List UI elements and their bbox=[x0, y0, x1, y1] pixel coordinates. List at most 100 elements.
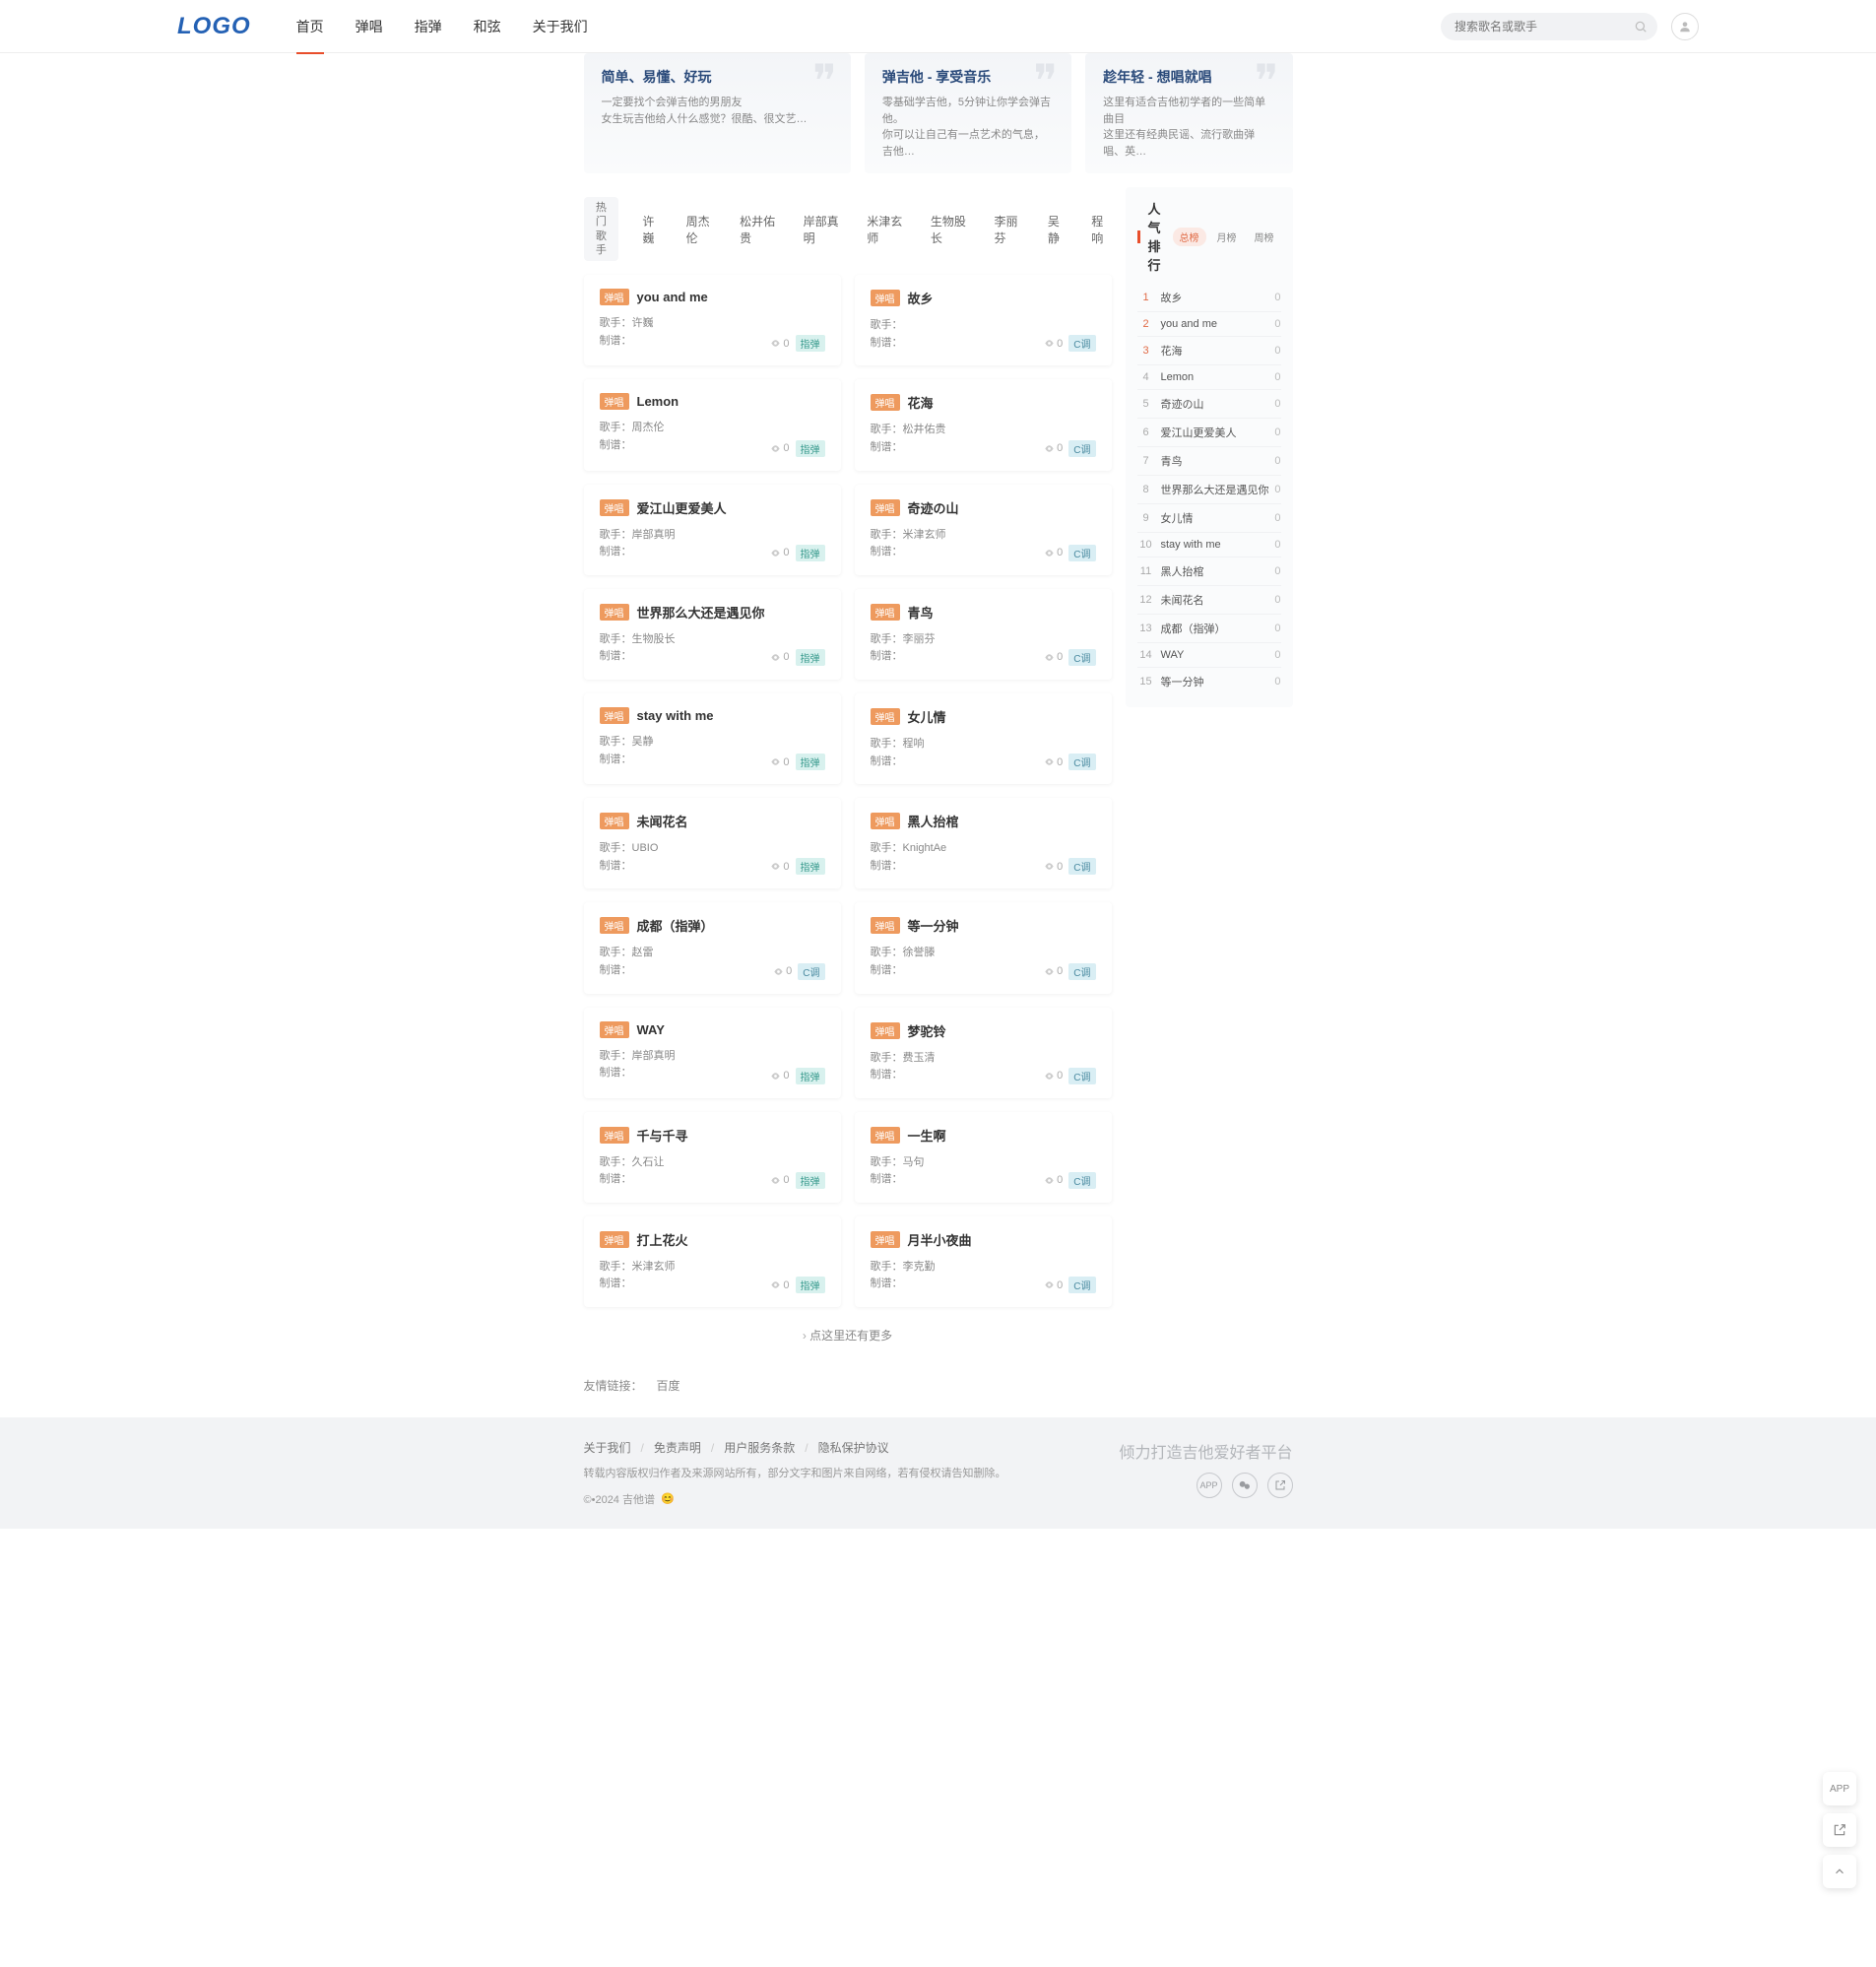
rank-count: 0 bbox=[1274, 484, 1280, 495]
song-badge: 弹唱 bbox=[871, 813, 900, 829]
footer-share-icon[interactable] bbox=[1267, 1473, 1293, 1498]
rank-item[interactable]: 14WAY0 bbox=[1137, 643, 1281, 668]
footer-desc: 转载内容版权归作者及来源网站所有，部分文字和图片来自网络，若有侵权请告知删除。 bbox=[584, 1466, 1006, 1483]
song-card[interactable]: 弹唱月半小夜曲歌手：李克勤制谱：0C调 bbox=[855, 1216, 1112, 1307]
rank-tab[interactable]: 周榜 bbox=[1248, 228, 1281, 246]
rank-num: 2 bbox=[1137, 318, 1155, 330]
float-top-button[interactable] bbox=[1823, 1855, 1856, 1888]
more-link[interactable]: 点这里还有更多 bbox=[584, 1307, 1112, 1363]
song-card[interactable]: 弹唱爱江山更爱美人歌手：岸部真明制谱：0指弹 bbox=[584, 485, 841, 575]
song-card[interactable]: 弹唱you and me歌手：许巍制谱：0指弹 bbox=[584, 275, 841, 365]
song-card[interactable]: 弹唱未闻花名歌手：UBIO制谱：0指弹 bbox=[584, 798, 841, 888]
rank-item[interactable]: 2you and me0 bbox=[1137, 312, 1281, 337]
footer-link[interactable]: 关于我们 bbox=[584, 1441, 631, 1455]
song-card[interactable]: 弹唱Lemon歌手：周杰伦制谱：0指弹 bbox=[584, 379, 841, 470]
rank-item[interactable]: 11黑人抬棺0 bbox=[1137, 557, 1281, 586]
rank-item[interactable]: 13成都（指弹）0 bbox=[1137, 615, 1281, 643]
filter-item[interactable]: 周杰伦 bbox=[686, 213, 716, 246]
song-card[interactable]: 弹唱黑人抬棺歌手：KnightAe制谱：0C调 bbox=[855, 798, 1112, 888]
header: LOGO 首页弹唱指弹和弦关于我们 bbox=[0, 0, 1876, 53]
rank-item[interactable]: 9女儿情0 bbox=[1137, 504, 1281, 533]
eye-icon bbox=[1044, 966, 1055, 977]
filter-item[interactable]: 许巍 bbox=[642, 213, 662, 246]
song-title: 千与千寻 bbox=[637, 1126, 688, 1145]
rank-count: 0 bbox=[1274, 623, 1280, 634]
song-title: 女儿情 bbox=[908, 707, 946, 726]
rank-item[interactable]: 6爱江山更爱美人0 bbox=[1137, 419, 1281, 447]
song-artist: 歌手：李克勤 bbox=[871, 1259, 1096, 1277]
rank-item[interactable]: 5奇迹の山0 bbox=[1137, 390, 1281, 419]
friend-link[interactable]: 百度 bbox=[657, 1379, 680, 1393]
song-card[interactable]: 弹唱stay with me歌手：吴静制谱：0指弹 bbox=[584, 693, 841, 784]
rank-num: 3 bbox=[1137, 345, 1155, 357]
song-card[interactable]: 弹唱WAY歌手：岸部真明制谱：0指弹 bbox=[584, 1008, 841, 1098]
user-button[interactable] bbox=[1671, 13, 1699, 40]
nav-关于我们[interactable]: 关于我们 bbox=[533, 0, 588, 54]
song-card[interactable]: 弹唱一生啊歌手：马句制谱：0C调 bbox=[855, 1112, 1112, 1203]
nav-和弦[interactable]: 和弦 bbox=[474, 0, 501, 54]
song-card[interactable]: 弹唱青鸟歌手：李丽芬制谱：0C调 bbox=[855, 589, 1112, 680]
eye-icon bbox=[770, 861, 781, 872]
rank-item[interactable]: 7青鸟0 bbox=[1137, 447, 1281, 476]
footer-wechat-icon[interactable] bbox=[1232, 1473, 1258, 1498]
nav-弹唱[interactable]: 弹唱 bbox=[356, 0, 383, 54]
filter-item[interactable]: 吴静 bbox=[1048, 213, 1067, 246]
logo[interactable]: LOGO bbox=[177, 13, 251, 40]
song-title: 打上花火 bbox=[637, 1230, 688, 1249]
rank-tab[interactable]: 月榜 bbox=[1210, 228, 1244, 246]
filter-item[interactable]: 生物股长 bbox=[931, 213, 971, 246]
song-title: 一生啊 bbox=[908, 1126, 946, 1145]
song-artist: 歌手：赵雷 bbox=[600, 945, 825, 962]
emoji-icon: 😊 bbox=[661, 1492, 675, 1505]
promo-text: 零基础学吉他，5分钟让你学会弹吉他。你可以让自己有一点艺术的气息，吉他… bbox=[882, 95, 1054, 160]
nav-指弹[interactable]: 指弹 bbox=[415, 0, 442, 54]
song-card[interactable]: 弹唱梦驼铃歌手：费玉清制谱：0C调 bbox=[855, 1008, 1112, 1098]
eye-icon bbox=[770, 756, 781, 767]
rank-item[interactable]: 8世界那么大还是遇见你0 bbox=[1137, 476, 1281, 504]
rank-item[interactable]: 12未闻花名0 bbox=[1137, 586, 1281, 615]
float-app-button[interactable]: APP bbox=[1823, 1772, 1856, 1805]
song-badge: 弹唱 bbox=[600, 393, 629, 410]
song-card[interactable]: 弹唱千与千寻歌手：久石让制谱：0指弹 bbox=[584, 1112, 841, 1203]
eye-icon bbox=[1044, 1279, 1055, 1290]
song-card[interactable]: 弹唱奇迹の山歌手：米津玄师制谱：0C调 bbox=[855, 485, 1112, 575]
rank-name: stay with me bbox=[1161, 539, 1275, 551]
song-badge: 弹唱 bbox=[871, 394, 900, 411]
promo-card[interactable]: ❞简单、易懂、好玩一定要找个会弹吉他的男朋友女生玩吉他给人什么感觉？很酷、很文艺… bbox=[584, 53, 851, 173]
filter-item[interactable]: 李丽芬 bbox=[994, 213, 1023, 246]
filter-item[interactable]: 松井佑贵 bbox=[740, 213, 780, 246]
float-share-button[interactable] bbox=[1823, 1813, 1856, 1847]
search-input[interactable] bbox=[1441, 13, 1657, 40]
search-icon[interactable] bbox=[1634, 20, 1648, 33]
rank-item[interactable]: 3花海0 bbox=[1137, 337, 1281, 365]
song-title: 青鸟 bbox=[908, 603, 934, 622]
rank-item[interactable]: 10stay with me0 bbox=[1137, 533, 1281, 557]
footer: 关于我们/免责声明/用户服务条款/隐私保护协议 转载内容版权归作者及来源网站所有… bbox=[0, 1417, 1876, 1529]
song-card[interactable]: 弹唱成都（指弹）歌手：赵雷制谱：0C调 bbox=[584, 902, 841, 993]
song-artist: 歌手：松井佑贵 bbox=[871, 422, 1096, 439]
promo-card[interactable]: ❞趁年轻 - 想唱就唱这里有适合吉他初学者的一些简单曲目这里还有经典民谣、流行歌… bbox=[1085, 53, 1292, 173]
quote-icon: ❞ bbox=[1255, 59, 1279, 104]
promo-card[interactable]: ❞弹吉他 - 享受音乐零基础学吉他，5分钟让你学会弹吉他。你可以让自己有一点艺术… bbox=[865, 53, 1071, 173]
rank-item[interactable]: 4Lemon0 bbox=[1137, 365, 1281, 390]
song-card[interactable]: 弹唱花海歌手：松井佑贵制谱：0C调 bbox=[855, 379, 1112, 470]
song-title: 等一分钟 bbox=[908, 916, 959, 935]
song-artist: 歌手：徐誉滕 bbox=[871, 945, 1096, 962]
filter-item[interactable]: 米津玄师 bbox=[867, 213, 907, 246]
nav-首页[interactable]: 首页 bbox=[296, 0, 324, 54]
song-card[interactable]: 弹唱女儿情歌手：程响制谱：0C调 bbox=[855, 693, 1112, 784]
filter-item[interactable]: 岸部真明 bbox=[804, 213, 844, 246]
footer-link[interactable]: 免责声明 bbox=[654, 1441, 701, 1455]
rank-item[interactable]: 1故乡0 bbox=[1137, 284, 1281, 312]
song-card[interactable]: 弹唱打上花火歌手：米津玄师制谱：0指弹 bbox=[584, 1216, 841, 1307]
footer-link[interactable]: 用户服务条款 bbox=[724, 1441, 795, 1455]
footer-app-icon[interactable]: APP bbox=[1197, 1473, 1222, 1498]
rank-item[interactable]: 15等一分钟0 bbox=[1137, 668, 1281, 695]
song-card[interactable]: 弹唱世界那么大还是遇见你歌手：生物股长制谱：0指弹 bbox=[584, 589, 841, 680]
song-card[interactable]: 弹唱等一分钟歌手：徐誉滕制谱：0C调 bbox=[855, 902, 1112, 993]
filter-item[interactable]: 程响 bbox=[1091, 213, 1111, 246]
song-card[interactable]: 弹唱故乡歌手：制谱：0C调 bbox=[855, 275, 1112, 365]
footer-link[interactable]: 隐私保护协议 bbox=[818, 1441, 889, 1455]
rank-tab[interactable]: 总榜 bbox=[1173, 228, 1206, 246]
song-tag: 指弹 bbox=[796, 545, 825, 561]
